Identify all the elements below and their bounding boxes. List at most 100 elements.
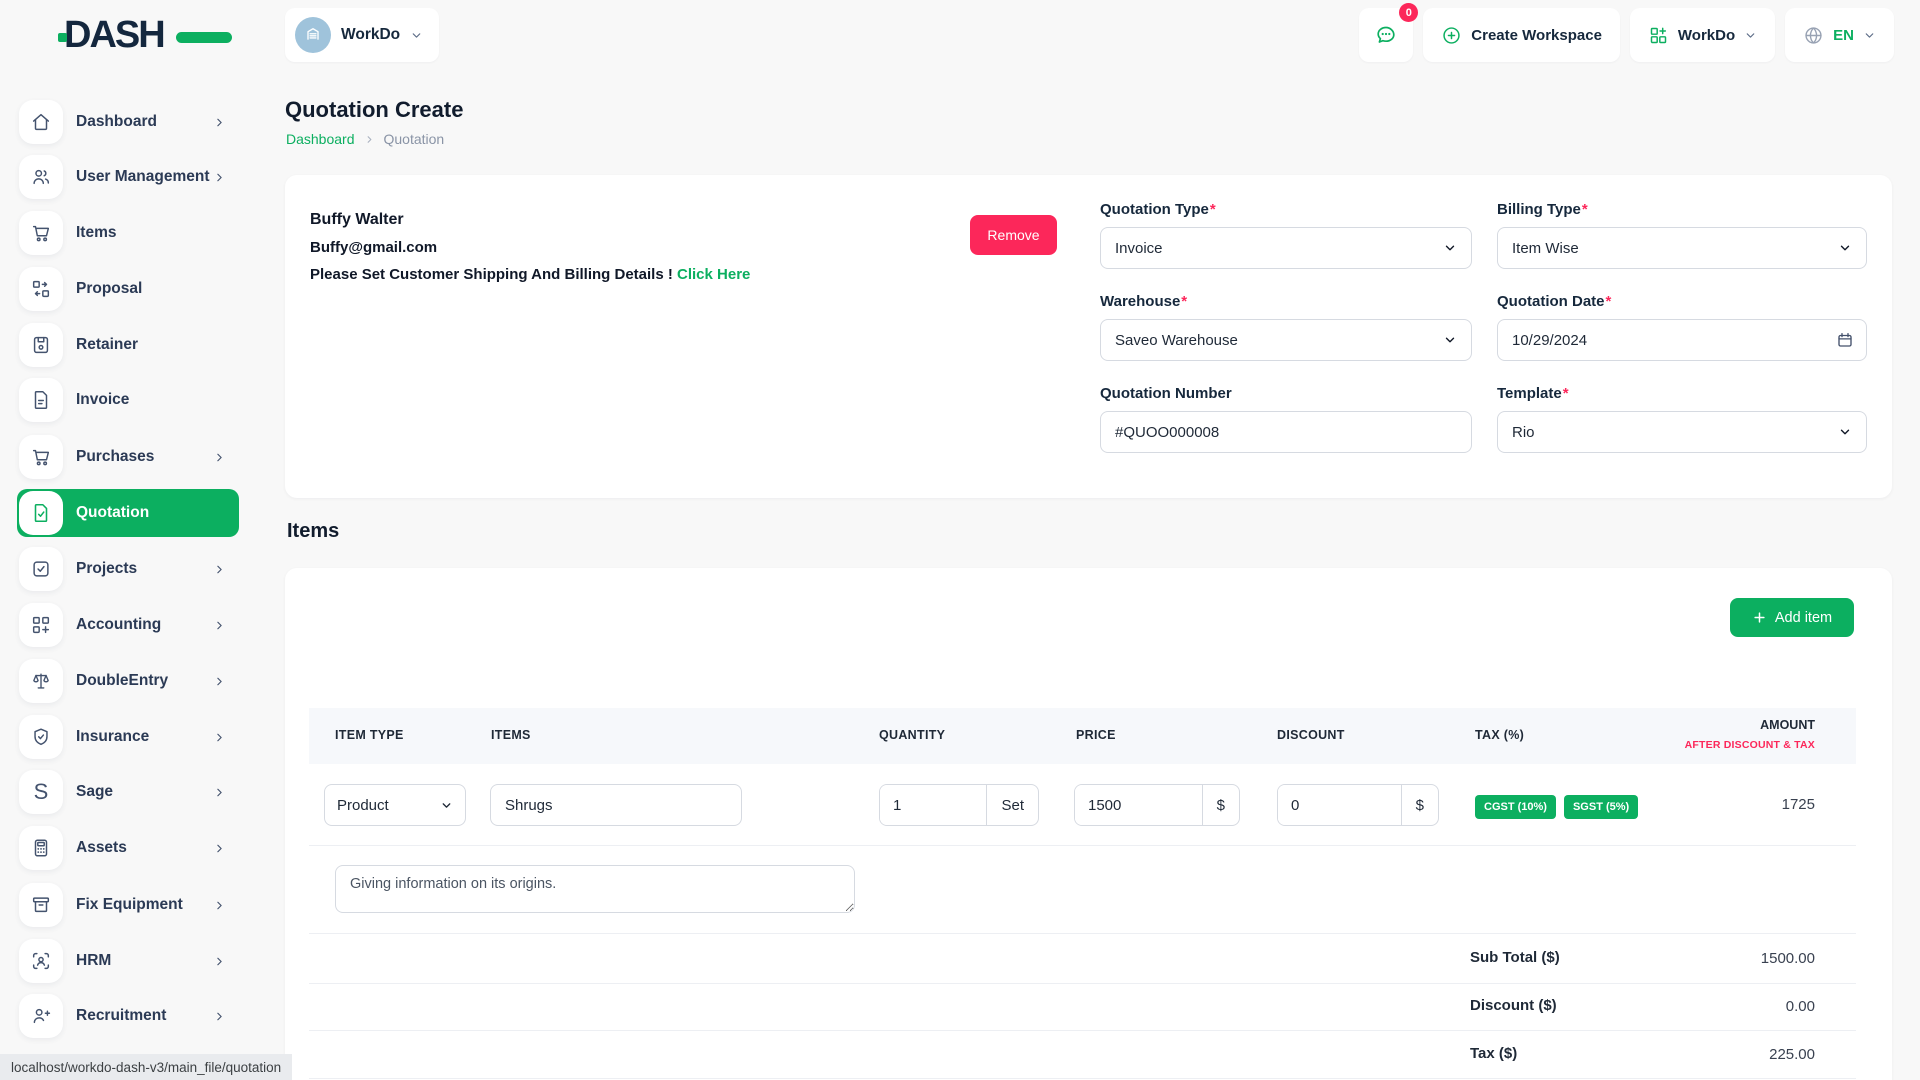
sidebar-item-invoice[interactable]: Invoice xyxy=(17,376,239,424)
quotation-file-check-icon xyxy=(19,491,63,535)
chevron-right-icon xyxy=(213,675,226,688)
quotation-type-select[interactable]: Invoice xyxy=(1100,227,1472,269)
col-discount: DISCOUNT xyxy=(1277,728,1345,742)
calculator-icon xyxy=(19,826,63,870)
chevron-down-icon xyxy=(1838,241,1852,255)
tax-total-value: 225.00 xyxy=(1769,1046,1815,1063)
chevron-right-icon xyxy=(213,116,226,129)
chevron-right-icon xyxy=(213,786,226,799)
chevron-down-icon xyxy=(1443,333,1457,347)
create-workspace-button[interactable]: Create Workspace xyxy=(1423,8,1620,62)
discount-input[interactable] xyxy=(1278,785,1401,825)
sidebar-item-projects[interactable]: Projects xyxy=(17,545,239,593)
sidebar-item-insurance[interactable]: Insurance xyxy=(17,713,239,761)
sage-s-icon: S xyxy=(19,770,63,814)
chevron-down-icon xyxy=(1443,241,1457,255)
sidebar-item-assets[interactable]: Assets xyxy=(17,824,239,872)
click-here-link[interactable]: Click Here xyxy=(677,266,750,283)
chat-icon xyxy=(1374,23,1398,47)
breadcrumb-current: Quotation xyxy=(384,131,445,147)
warehouse-select[interactable]: Saveo Warehouse xyxy=(1100,319,1472,361)
col-amount-note: AFTER DISCOUNT & TAX xyxy=(1685,739,1815,751)
required-asterisk: * xyxy=(1563,385,1569,402)
chevron-right-icon xyxy=(213,955,226,968)
logo-accent-dot xyxy=(58,33,67,42)
row-divider xyxy=(309,845,1856,846)
item-type-select[interactable]: Product xyxy=(324,784,466,826)
tax-badge-cgst: CGST (10%) xyxy=(1475,795,1556,819)
sidebar-item-retainer[interactable]: Retainer xyxy=(17,321,239,369)
home-icon xyxy=(19,100,63,144)
sidebar-item-dashboard[interactable]: Dashboard xyxy=(17,98,239,146)
sidebar-item-doubleentry[interactable]: DoubleEntry xyxy=(17,657,239,705)
subtotal-label: Sub Total ($) xyxy=(1470,949,1560,966)
quotation-details-card: Buffy Walter Buffy@gmail.com Please Set … xyxy=(285,175,1892,498)
template-select[interactable]: Rio xyxy=(1497,411,1867,453)
sidebar-item-proposal[interactable]: Proposal xyxy=(17,265,239,313)
workspace-avatar xyxy=(295,17,331,53)
sidebar-item-fix-equipment[interactable]: Fix Equipment xyxy=(17,881,239,929)
row-amount-value: 1725 xyxy=(1782,796,1815,813)
sidebar-item-accounting[interactable]: Accounting xyxy=(17,601,239,649)
required-asterisk: * xyxy=(1606,293,1612,310)
quotation-date-label: Quotation Date* xyxy=(1497,293,1867,310)
app-logo: DASH xyxy=(64,13,214,57)
sidebar-item-user-management[interactable]: User Management xyxy=(17,153,239,201)
sidebar-item-items[interactable]: Items xyxy=(17,209,239,257)
totals-divider xyxy=(309,983,1856,984)
billing-type-label: Billing Type* xyxy=(1497,201,1867,218)
form-column-right: Billing Type* Item Wise Quotation Date* … xyxy=(1497,201,1867,477)
col-quantity: QUANTITY xyxy=(879,728,945,742)
save-icon xyxy=(19,323,63,367)
chevron-down-icon xyxy=(1838,425,1852,439)
grid-plus-icon xyxy=(1648,25,1669,46)
sidebar-item-purchases[interactable]: Purchases xyxy=(17,433,239,481)
item-type-cell: Product xyxy=(324,784,466,826)
chevron-right-icon xyxy=(213,899,226,912)
required-asterisk: * xyxy=(1210,201,1216,218)
billing-type-select[interactable]: Item Wise xyxy=(1497,227,1867,269)
user-plus-icon xyxy=(19,994,63,1038)
sidebar-item-hrm[interactable]: HRM xyxy=(17,937,239,985)
sidebar-item-quotation[interactable]: Quotation xyxy=(17,489,239,537)
currency-addon: $ xyxy=(1202,785,1239,825)
plus-icon xyxy=(1752,610,1767,625)
users-icon xyxy=(19,155,63,199)
workspace-switcher[interactable]: WorkDo xyxy=(285,8,439,62)
totals-divider xyxy=(309,1030,1856,1031)
customer-email: Buffy@gmail.com xyxy=(310,239,750,256)
customer-info: Buffy Walter Buffy@gmail.com Please Set … xyxy=(310,211,750,293)
app-menu-button[interactable]: WorkDo xyxy=(1630,8,1775,62)
price-input[interactable] xyxy=(1075,785,1202,825)
create-workspace-label: Create Workspace xyxy=(1471,27,1602,44)
warehouse-label: Warehouse* xyxy=(1100,293,1472,310)
discount-total-label: Discount ($) xyxy=(1470,997,1557,1014)
quotation-date-input[interactable]: 10/29/2024 xyxy=(1497,319,1867,361)
chevron-down-icon xyxy=(1744,29,1757,42)
item-description-textarea[interactable]: Giving information on its origins. xyxy=(335,865,855,913)
chevron-right-icon xyxy=(213,731,226,744)
grid-plus-icon xyxy=(19,603,63,647)
price-cell: $ xyxy=(1074,784,1240,826)
add-item-button[interactable]: Add item xyxy=(1730,598,1854,637)
sidebar-item-sage[interactable]: S Sage xyxy=(17,768,239,816)
totals-divider xyxy=(309,933,1856,934)
col-items: ITEMS xyxy=(491,728,531,742)
messages-button[interactable]: 0 xyxy=(1359,8,1413,62)
item-name-input[interactable] xyxy=(490,784,742,826)
remove-customer-button[interactable]: Remove xyxy=(970,215,1057,255)
chevron-down-icon xyxy=(1863,29,1876,42)
user-scan-icon xyxy=(19,939,63,983)
breadcrumb-dashboard-link[interactable]: Dashboard xyxy=(286,131,355,147)
check-square-icon xyxy=(19,547,63,591)
quotation-type-label: Quotation Type* xyxy=(1100,201,1472,218)
col-tax: TAX (%) xyxy=(1475,728,1524,742)
quotation-number-input[interactable] xyxy=(1100,411,1472,453)
shield-check-icon xyxy=(19,715,63,759)
currency-addon: $ xyxy=(1401,785,1438,825)
language-selector[interactable]: EN xyxy=(1785,8,1894,62)
sidebar-item-recruitment[interactable]: Recruitment xyxy=(17,992,239,1040)
col-price: PRICE xyxy=(1076,728,1116,742)
quantity-input[interactable] xyxy=(880,785,986,825)
col-item-type: ITEM TYPE xyxy=(335,728,404,742)
